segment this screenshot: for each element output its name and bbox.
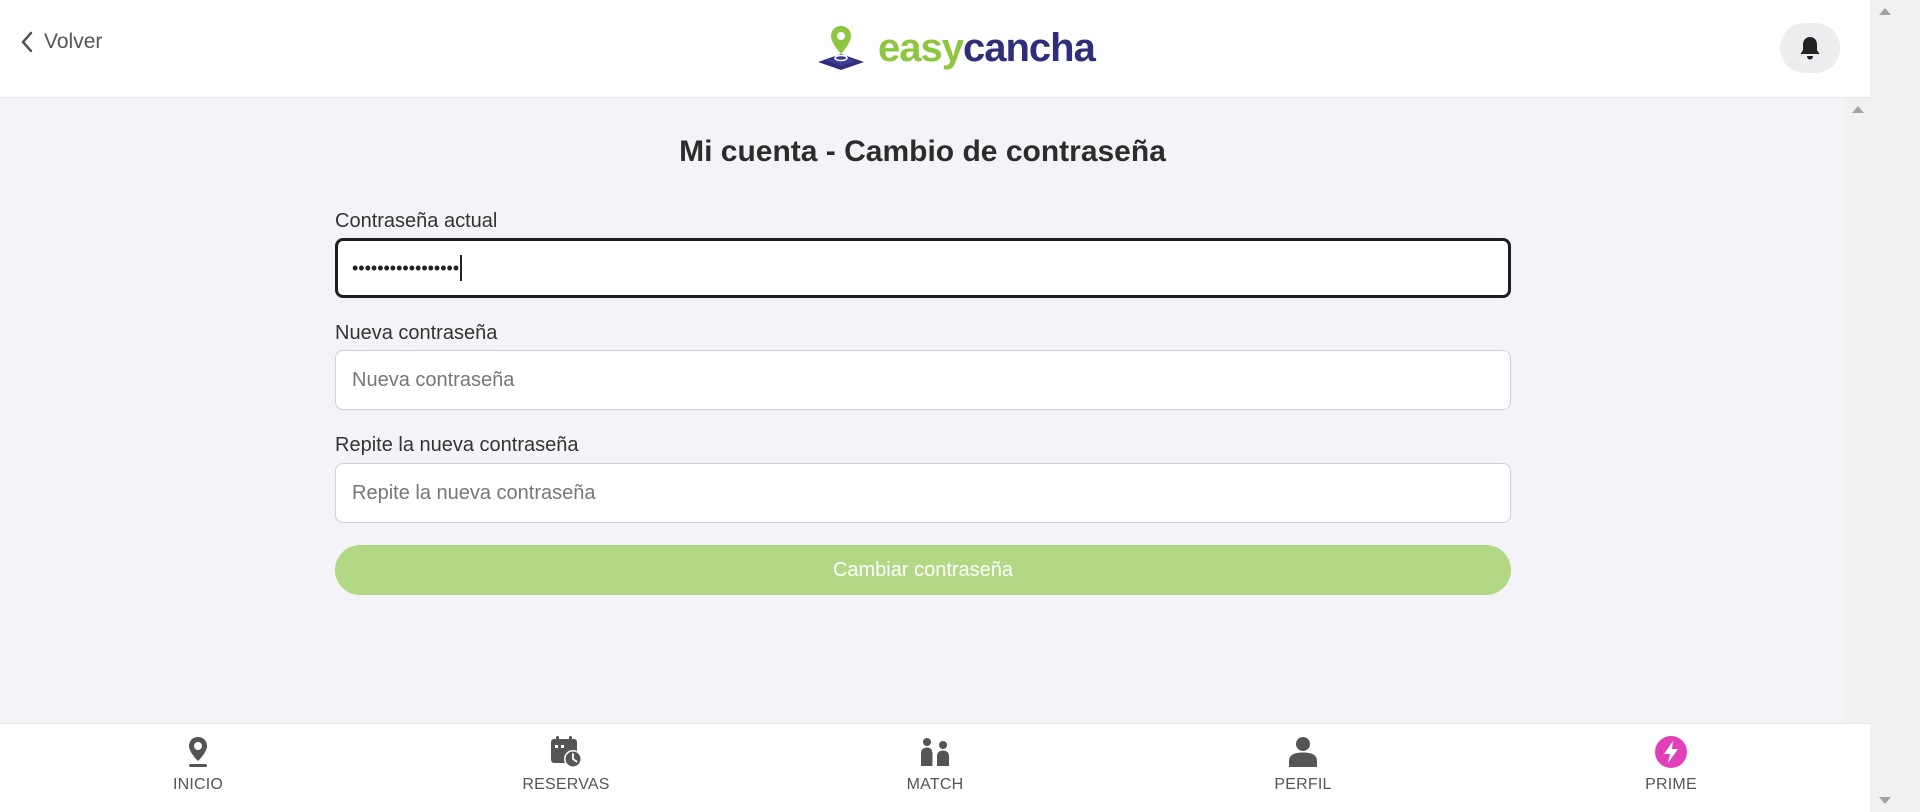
bottom-navigation: INICIO RESERVAS MATCH PERFIL PRIME (0, 723, 1870, 812)
chevron-left-icon (21, 31, 33, 53)
repeat-password-field[interactable]: Repite la nueva contraseña (335, 463, 1511, 523)
easycancha-logo[interactable]: easycancha (816, 24, 1096, 72)
logo-wordmark: easycancha (878, 25, 1096, 71)
current-password-label: Contraseña actual (335, 210, 498, 232)
logo-cancha-text: cancha (962, 26, 1096, 70)
change-password-button[interactable]: Cambiar contraseña (335, 545, 1511, 595)
players-versus-icon (921, 737, 949, 766)
window-scroll-down-arrow-icon[interactable] (1879, 797, 1891, 804)
scroll-up-arrow-icon[interactable] (1852, 106, 1864, 113)
back-button[interactable]: Volver (20, 30, 102, 54)
nav-item-prime[interactable]: PRIME (1591, 734, 1751, 794)
content-scrollbar[interactable] (1845, 98, 1870, 723)
nav-item-inicio[interactable]: INICIO (118, 734, 278, 794)
current-password-field[interactable]: ••••••••••••••••• (335, 238, 1511, 298)
repeat-password-placeholder: Repite la nueva contraseña (352, 481, 596, 504)
nav-item-perfil[interactable]: PERFIL (1223, 734, 1383, 794)
logo-easy-text: easy (878, 26, 964, 70)
nav-label-match: MATCH (906, 776, 964, 793)
top-header: Volver easycancha (0, 0, 1870, 98)
text-caret (460, 255, 463, 281)
user-icon (1289, 737, 1317, 767)
new-password-placeholder: Nueva contraseña (352, 368, 515, 391)
bell-icon (1800, 37, 1820, 60)
window-scrollbar[interactable] (1870, 0, 1920, 812)
nav-label-perfil: PERFIL (1274, 776, 1332, 793)
new-password-field[interactable]: Nueva contraseña (335, 350, 1511, 410)
lightning-badge-icon (1655, 736, 1687, 768)
nav-item-match[interactable]: MATCH (855, 734, 1015, 794)
repeat-password-label: Repite la nueva contraseña (335, 434, 579, 456)
main-content: Mi cuenta - Cambio de contraseña Contras… (0, 98, 1845, 723)
notifications-button[interactable] (1780, 23, 1840, 73)
window-scroll-up-arrow-icon[interactable] (1879, 8, 1891, 15)
location-pin-icon (189, 737, 207, 767)
logo-pin-icon (818, 26, 864, 70)
nav-label-prime: PRIME (1645, 776, 1697, 793)
current-password-value: ••••••••••••••••• (352, 257, 460, 278)
nav-label-inicio: INICIO (172, 776, 224, 793)
nav-item-reservas[interactable]: RESERVAS (486, 734, 646, 794)
back-label: Volver (44, 30, 103, 53)
page-title: Mi cuenta - Cambio de contraseña (679, 135, 1166, 168)
calendar-clock-icon (551, 736, 582, 768)
new-password-label: Nueva contraseña (335, 322, 498, 344)
nav-label-reservas: RESERVAS (522, 776, 610, 793)
